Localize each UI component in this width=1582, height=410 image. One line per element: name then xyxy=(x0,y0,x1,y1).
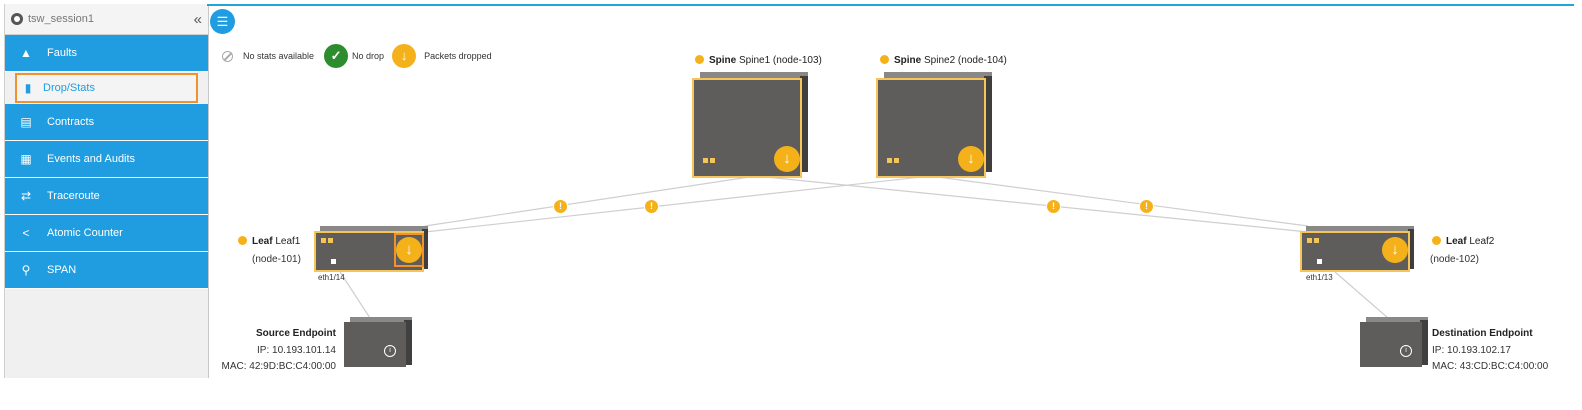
warning-dot-icon xyxy=(1432,236,1441,245)
destination-endpoint-box[interactable]: i xyxy=(1360,317,1428,367)
source-endpoint-title: Source Endpoint xyxy=(256,328,336,339)
spine2-label: Spine Spine2 (node-104) xyxy=(880,55,1007,66)
link-spine2-leaf2 xyxy=(929,175,1309,227)
leaf1-port: eth1/14 xyxy=(318,273,345,282)
arrow-down-icon[interactable]: ↓ xyxy=(958,146,984,172)
link-warning-icon[interactable]: ! xyxy=(1046,199,1061,214)
arrow-down-icon[interactable]: ↓ xyxy=(396,237,422,263)
spine1-label: Spine Spine1 (node-103) xyxy=(695,55,822,66)
leaf2-label: Leaf Leaf2 xyxy=(1432,236,1494,247)
leaf2-switch[interactable]: ↓ xyxy=(1300,226,1420,272)
warning-dot-icon xyxy=(238,236,247,245)
warning-dot-icon xyxy=(880,55,889,64)
link-leaf2-destination xyxy=(1334,271,1389,319)
destination-endpoint-title: Destination Endpoint xyxy=(1432,328,1533,339)
warning-dot-icon xyxy=(695,55,704,64)
leaf2-port: eth1/13 xyxy=(1306,273,1333,282)
leaf1-label: Leaf Leaf1 xyxy=(238,236,300,247)
link-leaf1-spine2 xyxy=(424,175,931,233)
spine1-switch[interactable]: ↓ xyxy=(692,72,816,178)
link-warning-icon[interactable]: ! xyxy=(1139,199,1154,214)
link-warning-icon[interactable]: ! xyxy=(553,199,568,214)
source-endpoint-ip: IP: 10.193.101.14 xyxy=(257,345,336,356)
link-spine1-leaf2 xyxy=(755,175,1309,233)
arrow-down-icon[interactable]: ↓ xyxy=(774,146,800,172)
arrow-down-icon[interactable]: ↓ xyxy=(1382,237,1408,263)
spine2-switch[interactable]: ↓ xyxy=(876,72,1000,178)
source-endpoint-mac: MAC: 42:9D:BC:C4:00:00 xyxy=(221,361,337,372)
source-endpoint-box[interactable]: i xyxy=(344,317,412,367)
link-warning-icon[interactable]: ! xyxy=(644,199,659,214)
leaf1-node-id: (node-101) xyxy=(252,254,301,265)
destination-endpoint-ip: IP: 10.193.102.17 xyxy=(1432,345,1511,356)
destination-endpoint-mac: MAC: 43:CD:BC:C4:00:00 xyxy=(1432,361,1549,372)
leaf1-switch[interactable]: ↓ xyxy=(314,226,434,272)
info-icon[interactable]: i xyxy=(1400,345,1412,357)
leaf2-node-id: (node-102) xyxy=(1430,254,1479,265)
info-icon[interactable]: i xyxy=(384,345,396,357)
